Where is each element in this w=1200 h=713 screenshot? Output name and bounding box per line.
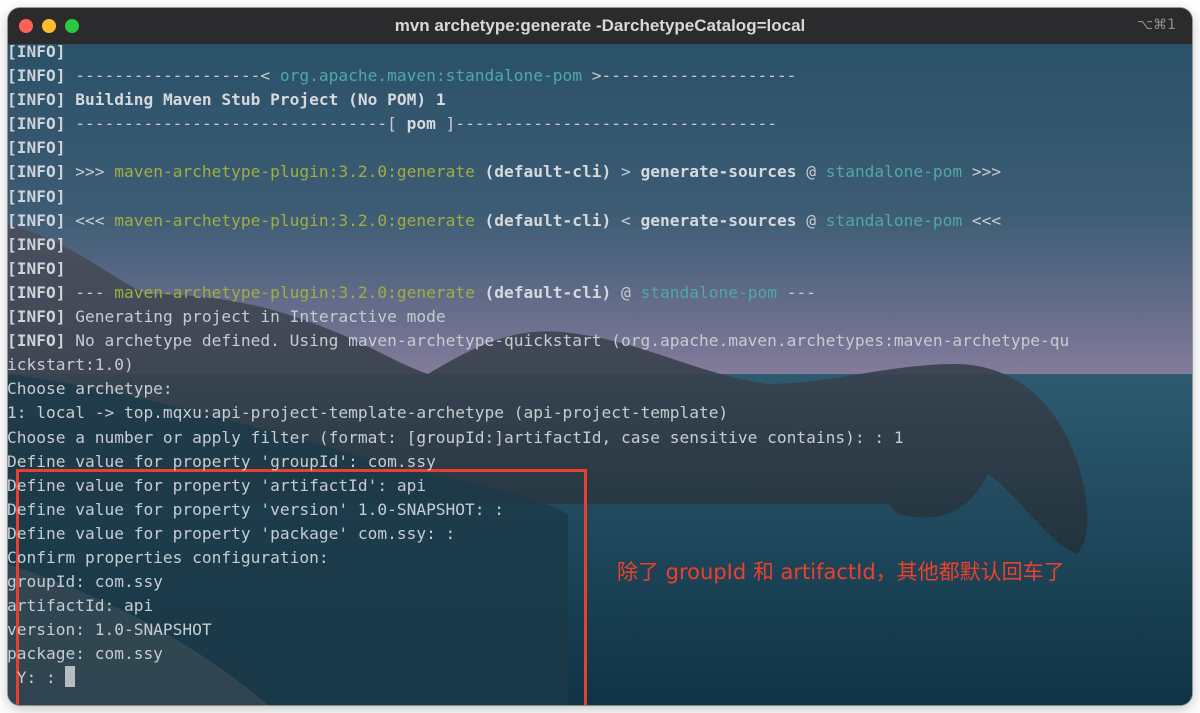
log-level-tag: [INFO]	[7, 282, 66, 302]
log-level-tag: [INFO]	[7, 138, 66, 158]
terminal-text: <	[611, 210, 641, 230]
terminal-line: groupId: com.ssy	[7, 570, 1183, 594]
terminal-text: >>>	[962, 162, 1002, 182]
terminal-output[interactable]: [INFO] [INFO] -------------------< org.ap…	[7, 40, 1183, 691]
terminal-text: maven-archetype-plugin:3.2.0:generate	[114, 282, 475, 302]
terminal-text: Choose archetype:	[7, 379, 173, 399]
terminal-text: generate-sources	[640, 210, 797, 230]
log-level-tag: [INFO]	[7, 186, 66, 206]
terminal-text: Generating project in Interactive mode	[65, 307, 446, 327]
terminal-text: maven-archetype-plugin:3.2.0:generate	[114, 162, 475, 182]
terminal-text: org.apache.maven:standalone-pom	[279, 66, 583, 86]
terminal-line: [INFO]	[7, 40, 1183, 64]
terminal-line: [INFO] Building Maven Stub Project (No P…	[7, 88, 1183, 112]
terminal-line: [INFO]	[7, 185, 1183, 209]
log-level-tag: [INFO]	[7, 258, 66, 278]
terminal-line: [INFO] --------------------------------[…	[7, 112, 1183, 136]
terminal-text: 1: local -> top.mqxu:api-project-templat…	[7, 403, 729, 423]
terminal-line: [INFO]	[7, 257, 1183, 281]
terminal-text: pom	[406, 114, 436, 134]
window-title: mvn archetype:generate -DarchetypeCatalo…	[394, 16, 806, 35]
terminal-line: [INFO]	[7, 136, 1183, 160]
log-level-tag: [INFO]	[7, 90, 66, 110]
terminal-text: ]---------------------------------	[435, 114, 777, 134]
terminal-line: Define value for property 'artifactId': …	[7, 474, 1183, 498]
log-level-tag: [INFO]	[7, 234, 66, 254]
terminal-line: Define value for property 'package' com.…	[7, 522, 1183, 546]
terminal-text: -------------------<	[65, 66, 280, 86]
terminal-line: 1: local -> top.mqxu:api-project-templat…	[7, 401, 1183, 425]
terminal-text: groupId: com.ssy	[7, 572, 163, 592]
terminal-text: Confirm properties configuration:	[7, 547, 329, 567]
terminal-text: standalone-pom	[825, 210, 963, 230]
terminal-text: (default-cli)	[474, 282, 612, 302]
terminal-line: [INFO] No archetype defined. Using maven…	[7, 329, 1183, 353]
terminal-text: ickstart:1.0)	[7, 355, 134, 375]
terminal-line: Confirm properties configuration:	[7, 546, 1183, 570]
terminal-text: generate-sources	[640, 162, 797, 182]
log-level-tag: [INFO]	[7, 307, 66, 327]
terminal-text: Define value for property 'groupId': com…	[7, 451, 436, 471]
terminal-line: Y: :	[7, 666, 1183, 690]
terminal-text: Define value for property 'version' 1.0-…	[7, 499, 505, 519]
terminal-text: No archetype defined. Using maven-archet…	[65, 331, 1070, 351]
terminal-line: [INFO] >>> maven-archetype-plugin:3.2.0:…	[7, 160, 1183, 184]
terminal-line: [INFO]	[7, 233, 1183, 257]
terminal-text: Define value for property 'artifactId': …	[7, 475, 427, 495]
terminal-text: >>>	[65, 162, 115, 182]
log-level-tag: [INFO]	[7, 42, 66, 61]
terminal-text: (default-cli)	[474, 162, 612, 182]
terminal-line: ickstart:1.0)	[7, 353, 1183, 377]
terminal-line: Define value for property 'groupId': com…	[7, 450, 1183, 474]
log-level-tag: [INFO]	[7, 114, 66, 134]
terminal-line: Choose archetype:	[7, 377, 1183, 401]
terminal-text: >	[611, 162, 641, 182]
terminal-text: <<<	[962, 210, 1002, 230]
terminal-line: Define value for property 'version' 1.0-…	[7, 498, 1183, 522]
terminal-line: artifactId: api	[7, 594, 1183, 618]
terminal-line: package: com.ssy	[7, 642, 1183, 666]
terminal-text: artifactId: api	[7, 596, 154, 616]
tab-shortcut: ⌥⌘1	[1136, 17, 1176, 33]
terminal-line: version: 1.0-SNAPSHOT	[7, 618, 1183, 642]
log-level-tag: [INFO]	[7, 331, 66, 351]
log-level-tag: [INFO]	[7, 162, 66, 182]
terminal-line: [INFO] Generating project in Interactive…	[7, 305, 1183, 329]
terminal-text: maven-archetype-plugin:3.2.0:generate	[114, 210, 475, 230]
log-level-tag: [INFO]	[7, 66, 66, 86]
terminal-text: --------------------------------[	[65, 114, 407, 134]
terminal-text: Define value for property 'package' com.…	[7, 523, 456, 543]
terminal-text: version: 1.0-SNAPSHOT	[7, 620, 212, 640]
terminal-text: ---	[65, 282, 115, 302]
terminal-text: Choose a number or apply filter (format:…	[7, 427, 904, 447]
log-level-tag: [INFO]	[7, 210, 66, 230]
terminal-text: >--------------------	[582, 66, 797, 86]
terminal-text: standalone-pom	[825, 162, 963, 182]
terminal-line: [INFO] -------------------< org.apache.m…	[7, 64, 1183, 88]
terminal-line: [INFO] <<< maven-archetype-plugin:3.2.0:…	[7, 209, 1183, 233]
terminal-text: ---	[776, 282, 816, 302]
terminal-text: package: com.ssy	[7, 644, 163, 664]
terminal-text: @	[796, 162, 826, 182]
terminal-line: Choose a number or apply filter (format:…	[7, 426, 1183, 450]
terminal-text: <<<	[65, 210, 115, 230]
terminal-text: @	[796, 210, 826, 230]
terminal-text: Building Maven Stub Project (No POM) 1	[65, 90, 446, 110]
terminal-text: Y: :	[7, 668, 66, 688]
text-cursor	[65, 666, 76, 688]
terminal-text: standalone-pom	[640, 282, 777, 302]
terminal-text: (default-cli)	[474, 210, 612, 230]
terminal-line: [INFO] --- maven-archetype-plugin:3.2.0:…	[7, 281, 1183, 305]
terminal-text: @	[611, 282, 641, 302]
